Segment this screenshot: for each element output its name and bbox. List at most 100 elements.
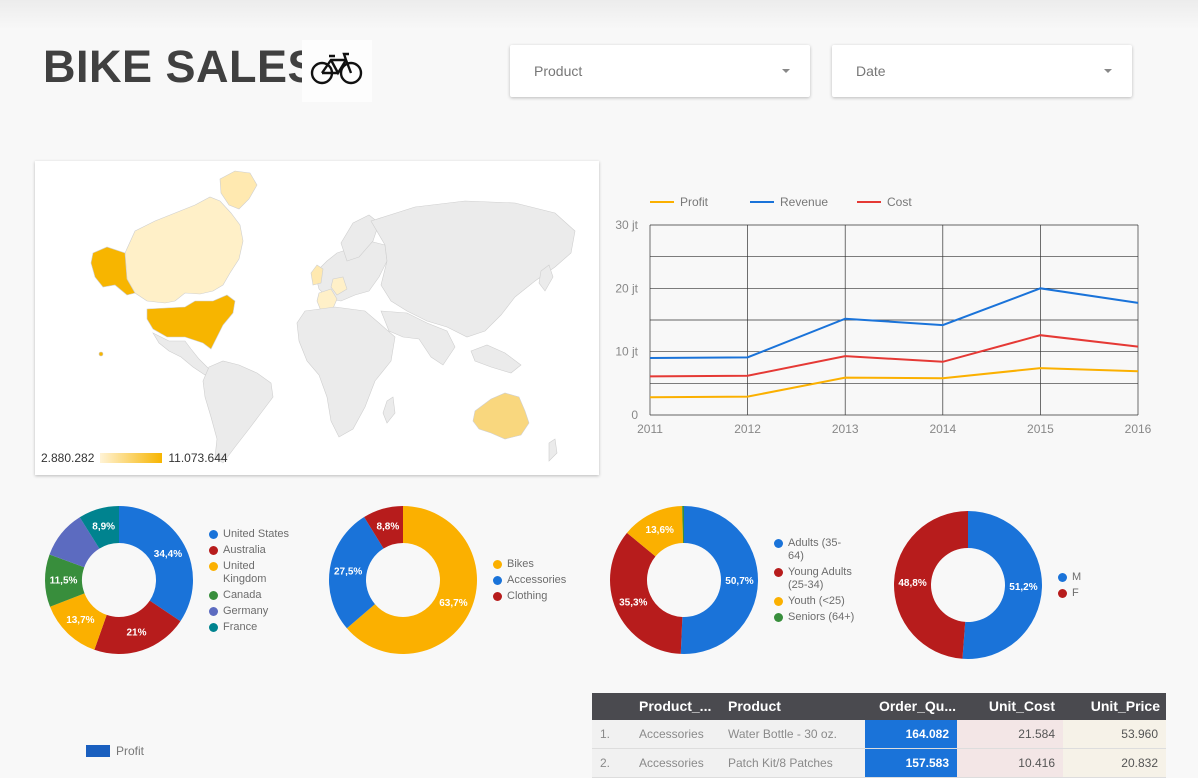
legend-item-young-adults[interactable]: Young Adults (25-34) xyxy=(774,566,858,592)
bicycle-icon xyxy=(310,52,363,85)
donut-chart-2[interactable]: 63,7% 27,5% 8,8% xyxy=(329,506,478,655)
legend-label: Revenue xyxy=(780,195,828,209)
legend-label: F xyxy=(1072,587,1079,599)
legend-label: Seniors (64+) xyxy=(788,611,855,623)
legend-item-bikes[interactable]: Bikes xyxy=(493,558,534,571)
cell-product: Water Bottle - 30 oz. xyxy=(728,727,837,741)
legend-item-clothing[interactable]: Clothing xyxy=(493,590,547,603)
x-tick-label: 2014 xyxy=(929,422,956,436)
legend-item-cost[interactable]: Cost xyxy=(857,195,912,209)
legend-dot xyxy=(774,613,783,622)
cell-unit-cost: 10.416 xyxy=(957,749,1063,777)
slice-label: 21% xyxy=(126,628,146,639)
legend-label: Clothing xyxy=(507,590,548,602)
series-line-profit[interactable] xyxy=(649,367,1139,399)
x-tick-label: 2011 xyxy=(637,422,663,436)
series-line-cost[interactable] xyxy=(649,334,1139,378)
column-header-category[interactable]: Product_... xyxy=(639,693,711,720)
column-header-order-qty[interactable]: Order_Qu... xyxy=(862,693,956,720)
legend-label: Bikes xyxy=(507,558,534,570)
legend-item-accessories[interactable]: Accessories xyxy=(493,574,566,587)
legend-item-france[interactable]: France xyxy=(209,621,257,634)
slice-label: 34,4% xyxy=(154,549,182,560)
column-header-product[interactable]: Product xyxy=(728,693,781,720)
world-map xyxy=(90,170,576,464)
legend-dot xyxy=(209,546,218,555)
cell-order-qty: 164.082 xyxy=(865,720,957,748)
legend-dot xyxy=(1058,573,1067,582)
legend-item-m[interactable]: M xyxy=(1058,571,1081,584)
profit-legend-swatch xyxy=(86,745,110,757)
y-tick-label: 10 jt xyxy=(615,345,638,359)
product-table[interactable]: Product_... Product Order_Qu... Unit_Cos… xyxy=(592,693,1166,778)
legend-dot xyxy=(209,530,218,539)
cell-unit-cost: 21.584 xyxy=(957,720,1063,748)
product-filter-label: Product xyxy=(534,63,583,79)
column-header-unit-cost[interactable]: Unit_Cost xyxy=(957,693,1055,720)
legend-label: Canada xyxy=(223,589,262,601)
slice-label: 50,7% xyxy=(725,576,753,587)
legend-item-canada[interactable]: Canada xyxy=(209,589,262,602)
legend-item-united-states[interactable]: United States xyxy=(209,528,289,541)
legend-item-united-kingdom[interactable]: United Kingdom xyxy=(209,560,273,586)
chevron-down-icon xyxy=(782,69,790,73)
profit-legend: Profit xyxy=(86,744,144,758)
slice-label: 13,6% xyxy=(646,525,674,536)
legend-label: United States xyxy=(223,528,290,540)
legend-dot xyxy=(493,560,502,569)
bicycle-icon-box xyxy=(302,40,372,102)
legend-item-profit[interactable]: Profit xyxy=(650,195,709,209)
legend-label: Profit xyxy=(680,195,709,209)
x-tick-label: 2015 xyxy=(1027,422,1054,436)
product-filter-dropdown[interactable]: Product xyxy=(510,45,810,97)
row-index: 1. xyxy=(600,727,611,741)
line-chart[interactable]: Profit Revenue Cost 2011 2012 2013 2014 2015 201… xyxy=(610,185,1170,445)
slice-label: 48,8% xyxy=(898,578,926,589)
table-row[interactable]: 1. Accessories Water Bottle - 30 oz. 164… xyxy=(592,720,1166,749)
donut-chart-4[interactable]: 51,2% 48,8% xyxy=(894,511,1043,659)
legend-item-australia[interactable]: Australia xyxy=(209,544,266,557)
legend-item-adults[interactable]: Adults (35-64) xyxy=(774,537,854,563)
donut-slice[interactable] xyxy=(119,506,193,622)
legend-dot xyxy=(209,607,218,616)
legend-label: France xyxy=(223,621,258,633)
map-greenland xyxy=(219,170,258,210)
slice-label: 13,7% xyxy=(66,615,94,626)
series-line-revenue[interactable] xyxy=(649,287,1139,359)
legend-item-seniors[interactable]: Seniors (64+) xyxy=(774,611,854,624)
map-canada xyxy=(124,196,244,304)
map-legend-gradient xyxy=(100,453,163,463)
legend-item-f[interactable]: F xyxy=(1058,587,1079,600)
world-map-chart[interactable]: 2.880.282 11.073.644 xyxy=(35,161,599,475)
legend-dot xyxy=(209,623,218,632)
top-shadow xyxy=(0,0,1198,30)
legend-label: Australia xyxy=(223,544,266,556)
column-header-unit-price[interactable]: Unit_Price xyxy=(1062,693,1160,720)
cell-unit-price: 53.960 xyxy=(1063,720,1166,748)
legend-item-youth[interactable]: Youth (<25) xyxy=(774,595,845,608)
donut-chart-3[interactable]: 50,7% 35,3% 13,6% xyxy=(609,506,758,655)
slice-label: 35,3% xyxy=(619,598,647,609)
donut-chart-1[interactable]: 34,4% 21% 13,7% 11,5% 8,9% xyxy=(44,506,193,654)
legend-dot xyxy=(774,597,783,606)
legend-item-revenue[interactable]: Revenue xyxy=(750,195,828,209)
x-tick-label: 2012 xyxy=(734,422,761,436)
legend-label: M xyxy=(1072,571,1082,583)
slice-label: 27,5% xyxy=(334,566,362,577)
x-tick-label: 2016 xyxy=(1125,422,1152,436)
legend-label: Young Adults (25-34) xyxy=(788,566,852,591)
legend-dot xyxy=(493,576,502,585)
cell-product: Patch Kit/8 Patches xyxy=(728,756,833,770)
legend-dot xyxy=(209,562,218,571)
cell-category: Accessories xyxy=(639,756,704,770)
profit-legend-label: Profit xyxy=(116,744,145,758)
donut-slice[interactable] xyxy=(609,532,683,654)
page-title: BIKE SALES xyxy=(43,41,319,92)
legend-item-germany[interactable]: Germany xyxy=(209,605,268,618)
row-index: 2. xyxy=(600,756,611,770)
table-row[interactable]: 2. Accessories Patch Kit/8 Patches 157.5… xyxy=(592,749,1166,778)
date-filter-dropdown[interactable]: Date xyxy=(832,45,1132,97)
legend-dot xyxy=(774,539,783,548)
slice-label: 51,2% xyxy=(1009,582,1037,593)
legend-label: Germany xyxy=(223,605,269,617)
